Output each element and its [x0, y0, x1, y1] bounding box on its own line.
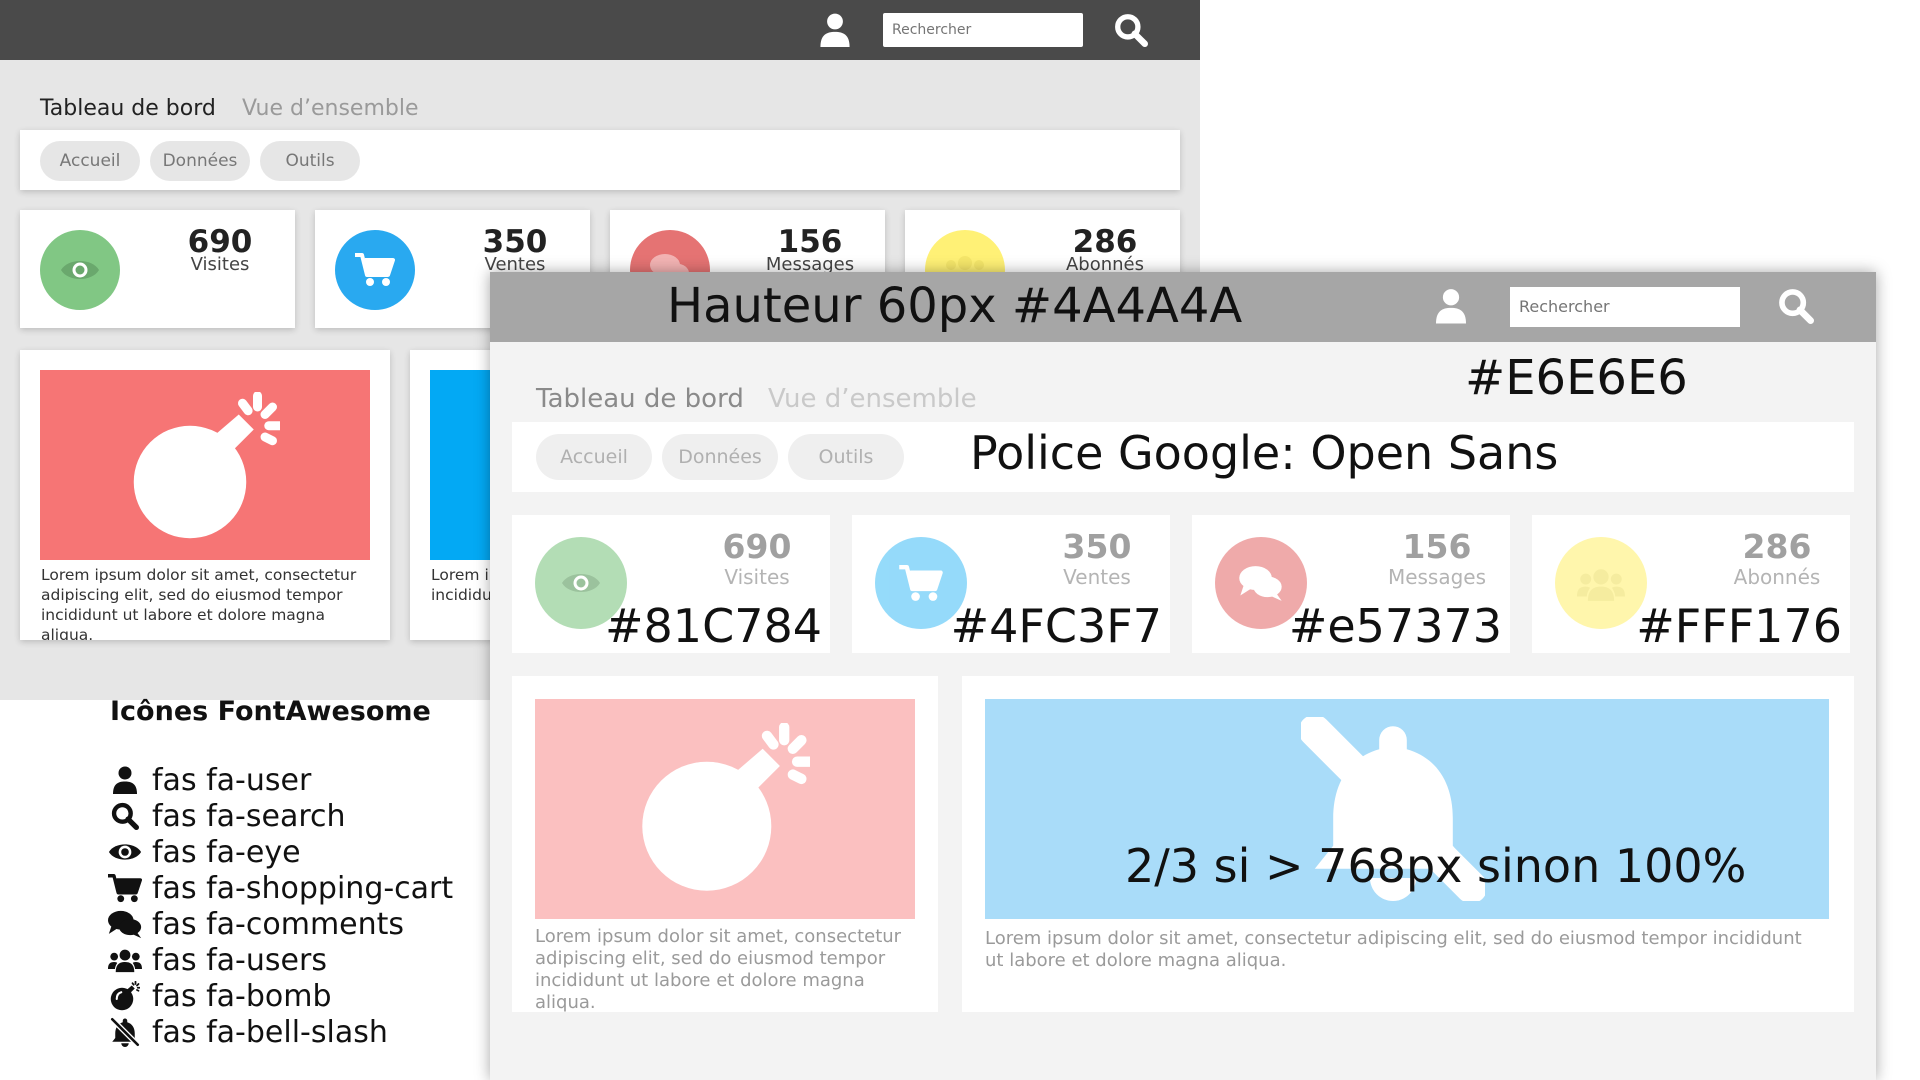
page-title: Tableau de bord — [536, 384, 744, 414]
legend-item: fas fa-bomb — [108, 978, 488, 1014]
legend-item: fas fa-eye — [108, 834, 488, 870]
page-subtitle: Vue d’ensemble — [768, 384, 977, 414]
annotation-color-yellow: #FFF176 — [1636, 599, 1842, 653]
card-text: Lorem ipsum dolor sit amet, consectetur … — [985, 928, 1802, 971]
nav-bar: Accueil Données Outils — [20, 130, 1180, 190]
legend-label: fas fa-shopping-cart — [152, 870, 454, 906]
stat-label: Messages — [1387, 565, 1487, 589]
shopping-cart-icon — [108, 873, 142, 903]
nav-item-outils[interactable]: Outils — [788, 434, 904, 480]
stat-label: Visites — [190, 254, 250, 275]
page-title: Tableau de bord — [40, 96, 216, 121]
mockup-annotated: Hauteur 60px #4A4A4A #E6E6E6 Tableau de … — [490, 272, 1876, 1080]
nav-item-donnees[interactable]: Données — [662, 434, 778, 480]
stat-label: Visites — [724, 565, 790, 589]
user-icon[interactable] — [1436, 288, 1466, 324]
shopping-cart-icon — [335, 230, 415, 310]
annotation-width-rule: 2/3 si > 768px sinon 100% — [1125, 839, 1747, 893]
bomb-card: Lorem ipsum dolor sit amet, consectetur … — [512, 676, 938, 1012]
top-bar: Hauteur 60px #4A4A4A — [490, 272, 1876, 342]
search-icon[interactable] — [1778, 288, 1814, 324]
search-icon[interactable] — [1114, 13, 1148, 47]
stat-value: 156 — [1402, 527, 1472, 566]
stat-value: 350 — [1062, 527, 1132, 566]
legend-label: fas fa-search — [152, 798, 346, 834]
stage: Tableau de bord Vue d’ensemble Accueil D… — [0, 0, 1920, 1080]
stat-card-visites: 690 Visites #81C784 — [512, 515, 830, 653]
legend-item: fas fa-user — [108, 762, 488, 798]
nav-item-outils[interactable]: Outils — [260, 141, 360, 181]
legend-item: fas fa-users — [108, 942, 488, 978]
nav-item-accueil[interactable]: Accueil — [40, 141, 140, 181]
search-input[interactable] — [883, 13, 1083, 47]
bomb-card: Lorem ipsum dolor sit amet, consectetur … — [20, 350, 390, 640]
stat-card-visites: 690 Visites — [20, 210, 295, 328]
legend-item: fas fa-comments — [108, 906, 488, 942]
stat-label: Abonnés — [1733, 565, 1821, 589]
nav-item-donnees[interactable]: Données — [150, 141, 250, 181]
users-icon — [1555, 537, 1647, 629]
legend-label: fas fa-user — [152, 762, 312, 798]
nav-item-accueil[interactable]: Accueil — [536, 434, 652, 480]
legend-label: fas fa-users — [152, 942, 327, 978]
user-icon[interactable] — [820, 13, 850, 47]
eye-icon — [40, 230, 120, 310]
eye-icon — [108, 837, 142, 867]
nav-bar: Accueil Données Outils Police Google: Op… — [512, 422, 1854, 492]
comments-icon — [108, 909, 142, 939]
annotation-color-green: #81C784 — [605, 599, 822, 653]
legend-item: fas fa-search — [108, 798, 488, 834]
bell-banner: 2/3 si > 768px sinon 100% — [985, 699, 1829, 919]
bell-slash-icon — [108, 1017, 142, 1047]
legend-title: Icônes FontAwesome — [110, 696, 431, 727]
bomb-icon — [108, 981, 142, 1011]
legend-label: fas fa-bell-slash — [152, 1014, 388, 1050]
bomb-banner — [40, 370, 370, 560]
legend-label: fas fa-bomb — [152, 978, 332, 1014]
search-input[interactable] — [1510, 287, 1740, 327]
stat-card-ventes: 350 Ventes #4FC3F7 — [852, 515, 1170, 653]
bell-card: 2/3 si > 768px sinon 100% Lorem ipsum do… — [962, 676, 1854, 1012]
legend-item: fas fa-shopping-cart — [108, 870, 488, 906]
search-icon — [108, 801, 142, 831]
icon-legend: fas fa-user fas fa-search fas fa-eye fas… — [108, 762, 488, 1050]
stat-value: 690 — [722, 527, 792, 566]
card-text: Lorem ipsum dolor sit amet, consectetur … — [535, 926, 902, 1012]
stat-value: 286 — [1742, 527, 1812, 566]
annotation-background-color: #E6E6E6 — [1465, 350, 1688, 406]
card-text: Lorem ipsum dolor sit amet, consectetur … — [41, 566, 357, 640]
bomb-banner — [535, 699, 915, 919]
legend-item: fas fa-bell-slash — [108, 1014, 488, 1050]
bomb-icon — [130, 392, 280, 542]
bomb-icon — [638, 723, 810, 895]
stat-card-abonnes: 286 Abonnés #FFF176 — [1532, 515, 1850, 653]
legend-label: fas fa-comments — [152, 906, 405, 942]
annotation-color-red: #e57373 — [1288, 599, 1502, 653]
annotation-bar-height: Hauteur 60px #4A4A4A — [667, 278, 1243, 334]
top-bar — [0, 0, 1200, 60]
users-icon — [108, 945, 142, 975]
stat-card-messages: 156 Messages #e57373 — [1192, 515, 1510, 653]
page-subtitle: Vue d’ensemble — [242, 96, 419, 121]
user-icon — [108, 765, 142, 795]
annotation-color-blue: #4FC3F7 — [950, 599, 1162, 653]
annotation-font: Police Google: Open Sans — [970, 426, 1559, 480]
legend-label: fas fa-eye — [152, 834, 301, 870]
stat-label: Ventes — [1063, 565, 1131, 589]
